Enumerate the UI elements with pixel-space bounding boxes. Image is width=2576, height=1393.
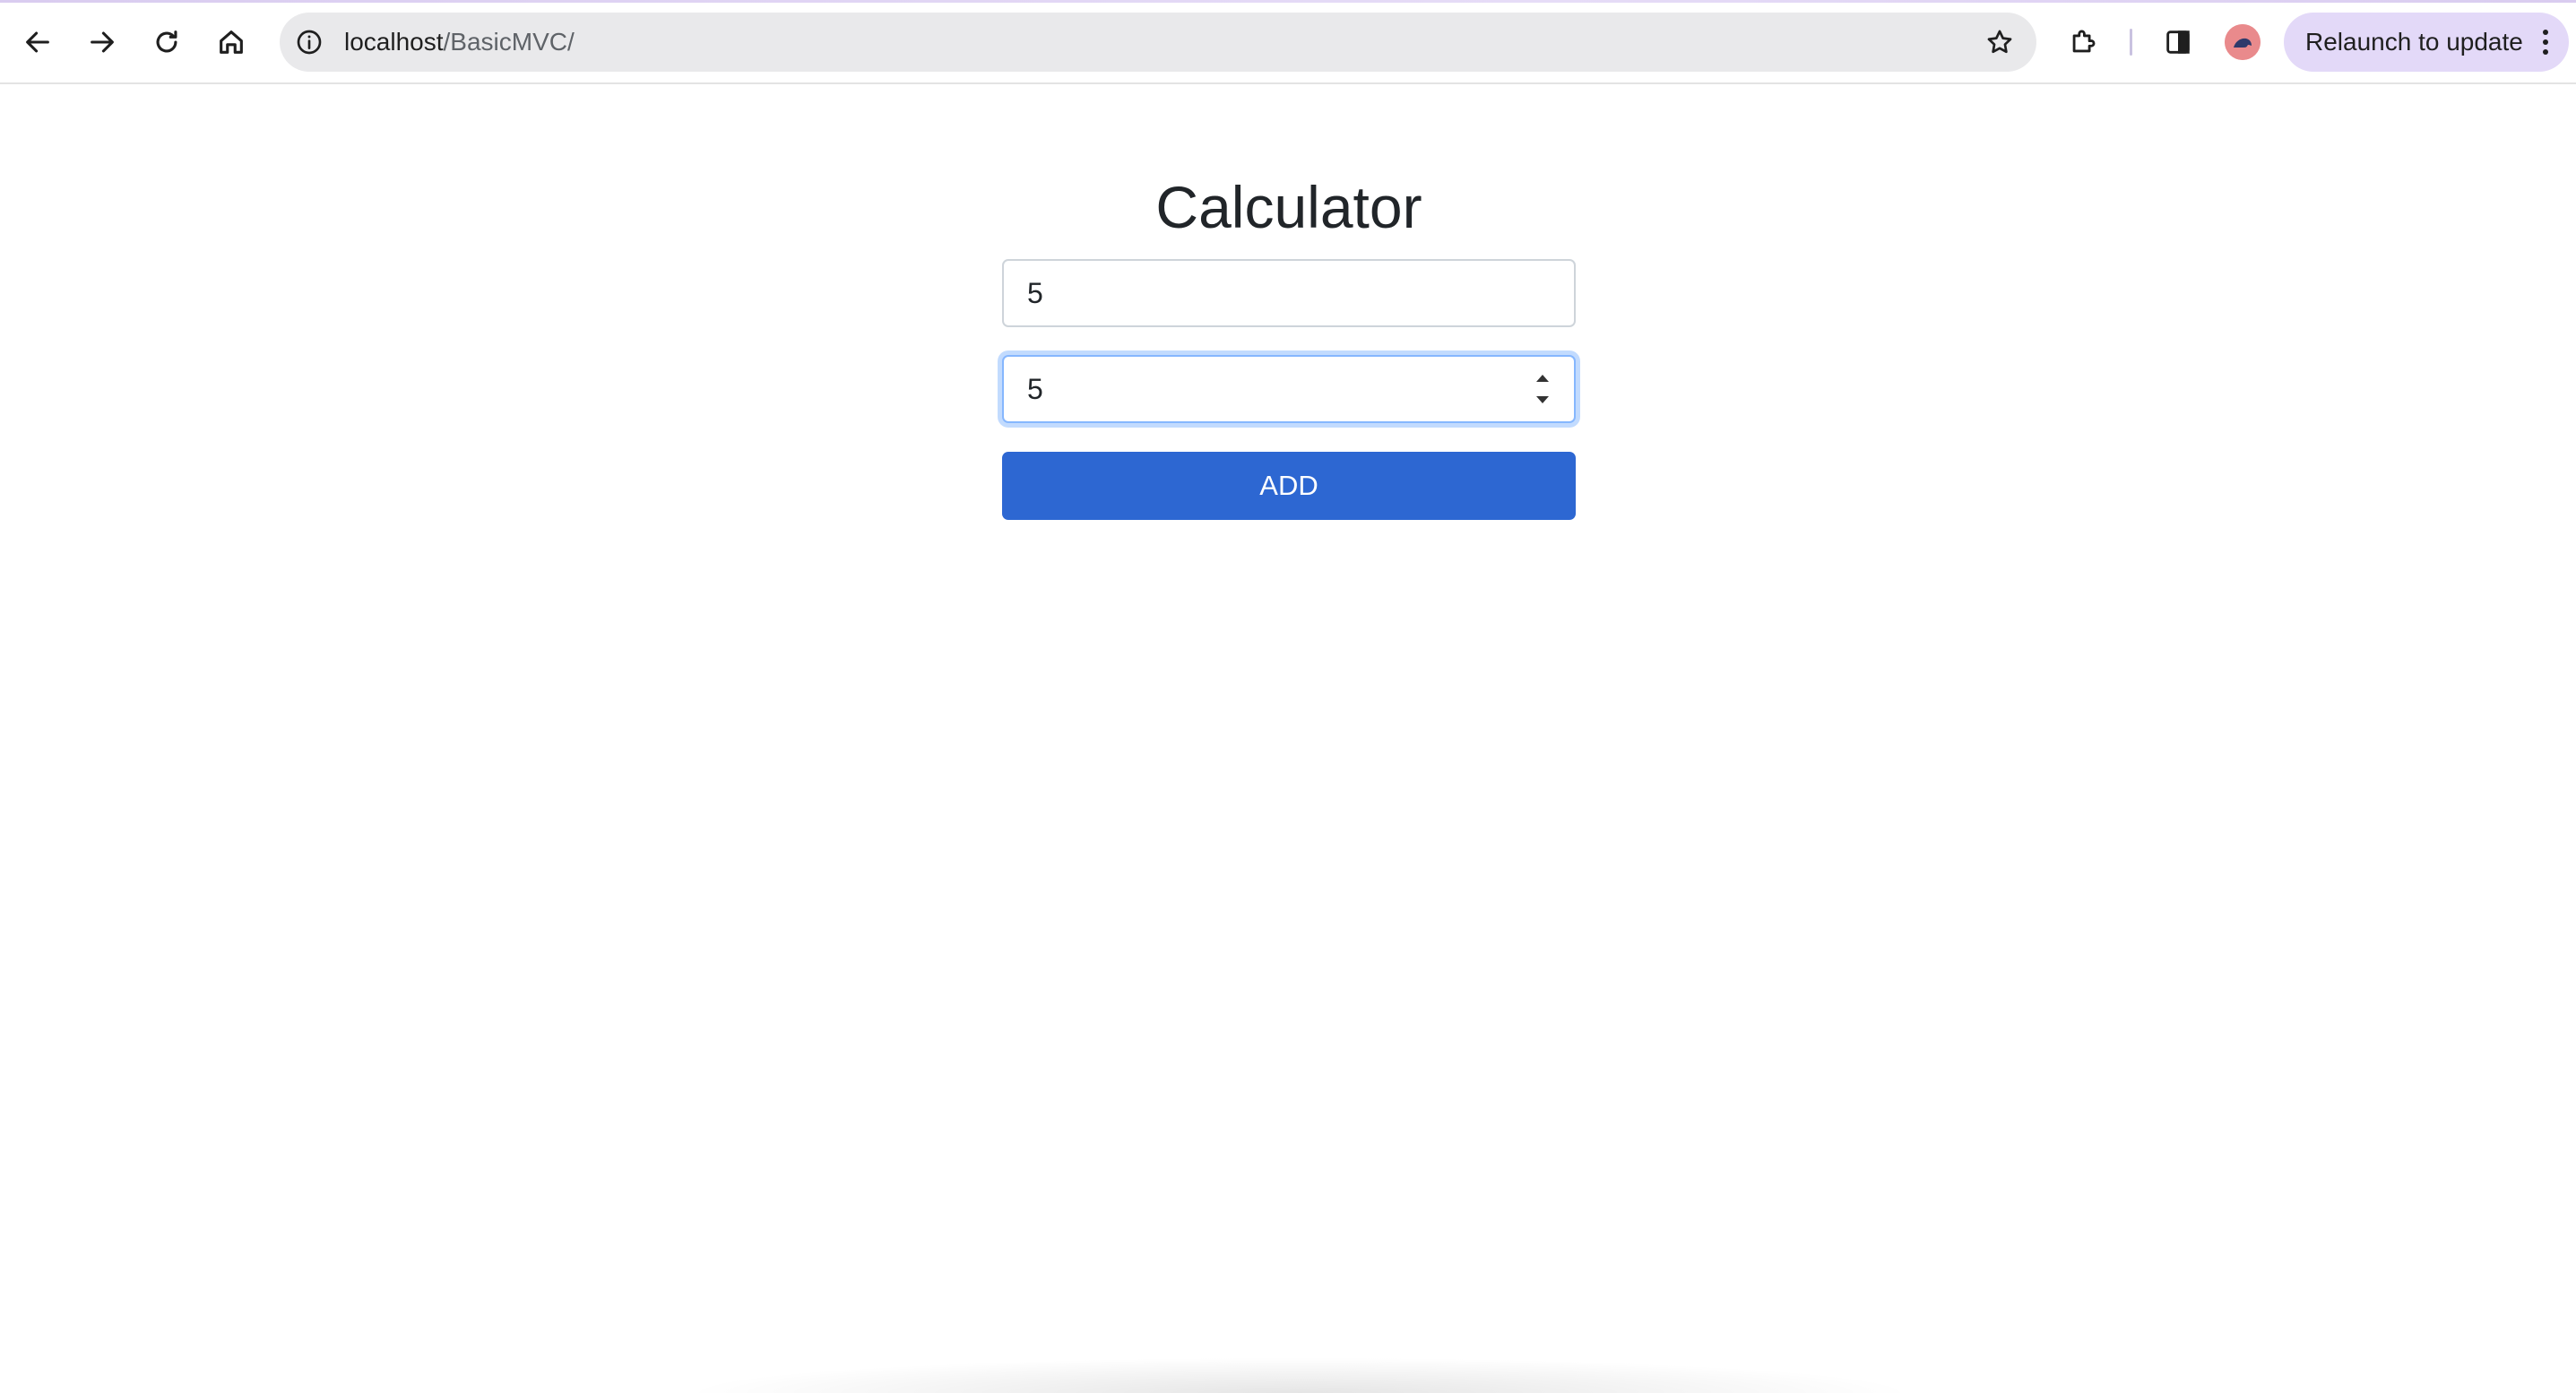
reload-icon	[156, 30, 177, 53]
profile-avatar[interactable]	[2225, 24, 2260, 60]
reload-button[interactable]	[145, 21, 188, 64]
kebab-menu-icon	[2543, 30, 2548, 55]
url-path: /BasicMVC/	[443, 28, 575, 56]
home-icon	[220, 30, 243, 54]
site-info-button[interactable]	[292, 25, 326, 59]
second-number-input[interactable]	[1002, 355, 1576, 423]
browser-toolbar: localhost/BasicMVC/ Relaunch to update	[0, 0, 2576, 84]
relaunch-label: Relaunch to update	[2305, 28, 2523, 56]
bottom-shadow	[681, 1357, 1918, 1393]
side-panel-icon	[2166, 30, 2190, 54]
add-button[interactable]: ADD	[1002, 452, 1576, 520]
toolbar-divider	[2130, 29, 2132, 56]
url-host: localhost	[344, 28, 444, 56]
stepper-down-icon[interactable]	[1536, 396, 1549, 403]
arrow-right-icon	[91, 31, 114, 53]
second-number-field	[1002, 355, 1576, 423]
relaunch-to-update-button[interactable]: Relaunch to update	[2284, 13, 2569, 72]
stepper-up-icon[interactable]	[1536, 375, 1549, 382]
forward-button[interactable]	[81, 21, 124, 64]
bookmark-button[interactable]	[1983, 25, 2017, 59]
address-bar[interactable]: localhost/BasicMVC/	[280, 13, 2036, 72]
window-accent-bar	[0, 0, 2576, 3]
home-button[interactable]	[210, 21, 253, 64]
number-stepper[interactable]	[1533, 375, 1552, 403]
page-title: Calculator	[1155, 174, 1422, 240]
arrow-left-icon	[26, 31, 49, 53]
back-button[interactable]	[16, 21, 59, 64]
side-panel-button[interactable]	[2157, 21, 2200, 64]
star-icon	[1987, 30, 2012, 54]
first-number-input[interactable]	[1002, 259, 1576, 327]
page-content: Calculator ADD	[0, 84, 2576, 1393]
puzzle-icon	[2072, 30, 2096, 53]
extensions-button[interactable]	[2062, 21, 2105, 64]
url-text[interactable]: localhost/BasicMVC/	[344, 13, 575, 72]
info-icon	[297, 30, 322, 55]
avatar-icon	[2225, 24, 2260, 60]
